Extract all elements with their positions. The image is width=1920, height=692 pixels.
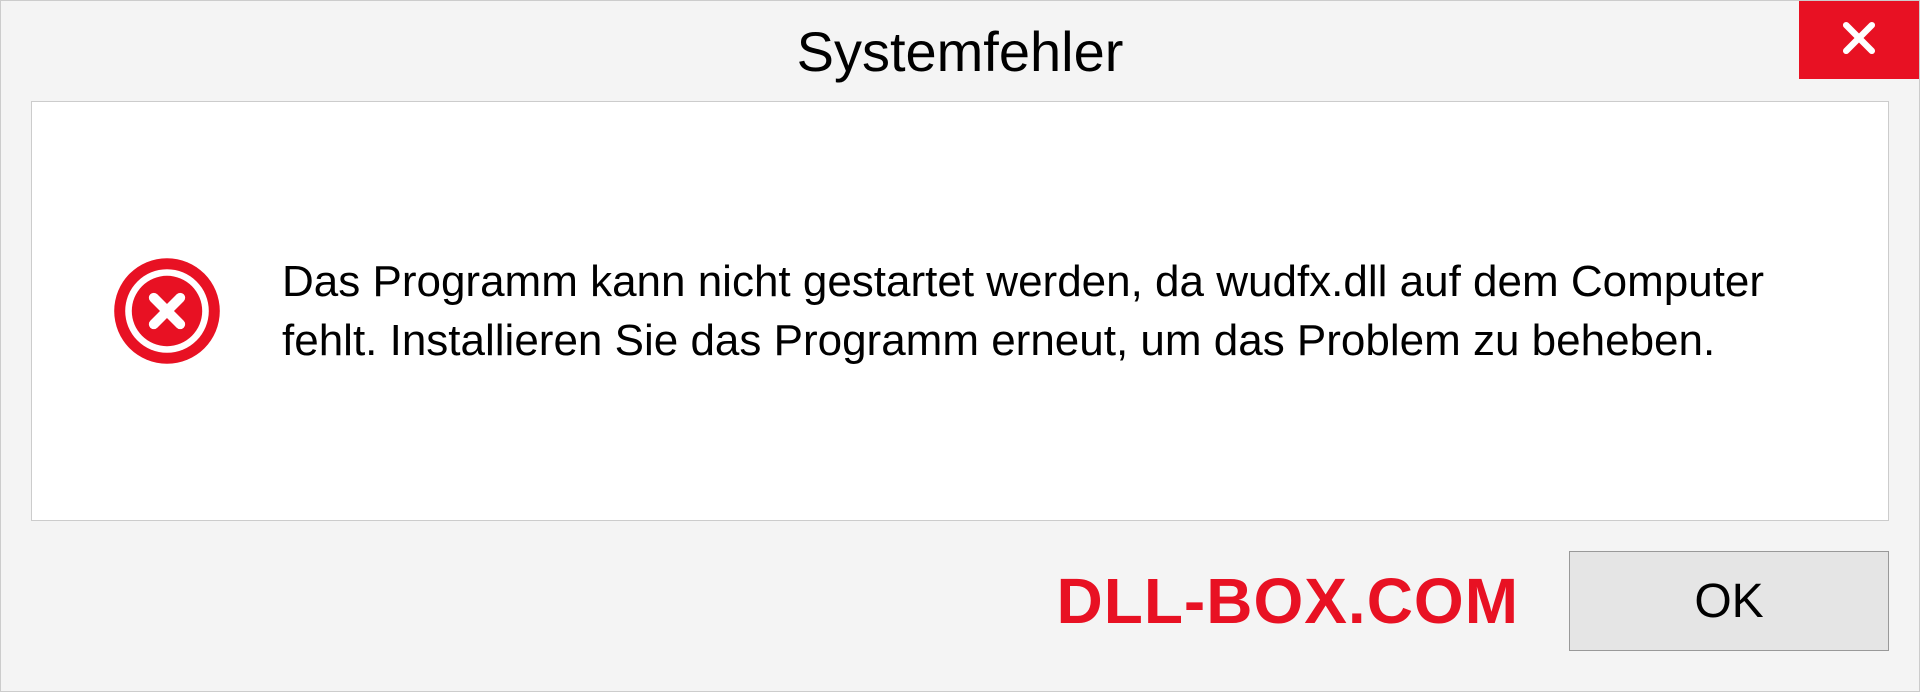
- titlebar: Systemfehler: [1, 1, 1919, 101]
- close-icon: [1837, 16, 1881, 65]
- dialog-footer: DLL-BOX.COM OK: [1, 551, 1919, 691]
- error-dialog: Systemfehler Das Programm kann nicht ges…: [0, 0, 1920, 692]
- error-message: Das Programm kann nicht gestartet werden…: [282, 252, 1808, 371]
- dialog-title: Systemfehler: [797, 19, 1124, 84]
- content-area: Das Programm kann nicht gestartet werden…: [31, 101, 1889, 521]
- close-button[interactable]: [1799, 1, 1919, 79]
- ok-button[interactable]: OK: [1569, 551, 1889, 651]
- watermark-text: DLL-BOX.COM: [1057, 564, 1520, 638]
- ok-button-label: OK: [1694, 574, 1763, 629]
- error-icon: [112, 256, 222, 366]
